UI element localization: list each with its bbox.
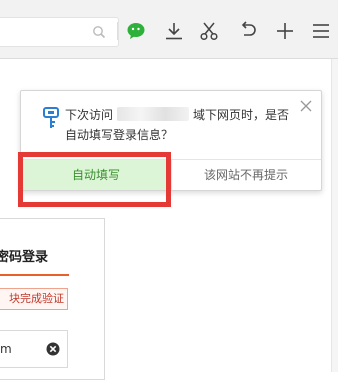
autofill-button[interactable]: 自动填写 xyxy=(22,160,170,190)
autofill-popup: 下次访问 域下网页时，是否自动填写登录信息？ 自动填写 该网站不再提示 xyxy=(20,90,322,191)
browser-toolbar xyxy=(0,0,338,59)
scissors-icon[interactable] xyxy=(199,21,219,41)
wechat-icon[interactable] xyxy=(127,22,147,40)
page-scroll-edge xyxy=(331,59,338,372)
popup-message: 下次访问 域下网页时，是否自动填写登录信息？ xyxy=(65,105,295,145)
clear-icon[interactable] xyxy=(46,342,60,356)
blurred-domain xyxy=(117,107,190,121)
popup-message-prefix: 下次访问 xyxy=(65,108,114,122)
dont-prompt-button[interactable]: 该网站不再提示 xyxy=(171,160,320,190)
download-icon[interactable] xyxy=(164,21,184,41)
plus-icon[interactable] xyxy=(275,21,295,41)
verify-notice: 块完成验证 xyxy=(0,288,68,310)
account-input-value: m xyxy=(0,342,12,356)
address-bar[interactable] xyxy=(0,17,119,47)
search-icon[interactable] xyxy=(92,25,106,39)
account-input[interactable]: m xyxy=(0,330,68,368)
toolbar-separator xyxy=(117,22,118,40)
login-title: 密码登录 xyxy=(0,250,49,265)
close-icon[interactable] xyxy=(300,100,312,112)
key-icon xyxy=(43,107,59,128)
undo-icon[interactable] xyxy=(238,21,258,41)
menu-icon[interactable] xyxy=(311,22,331,40)
login-tab-underline xyxy=(0,274,69,276)
